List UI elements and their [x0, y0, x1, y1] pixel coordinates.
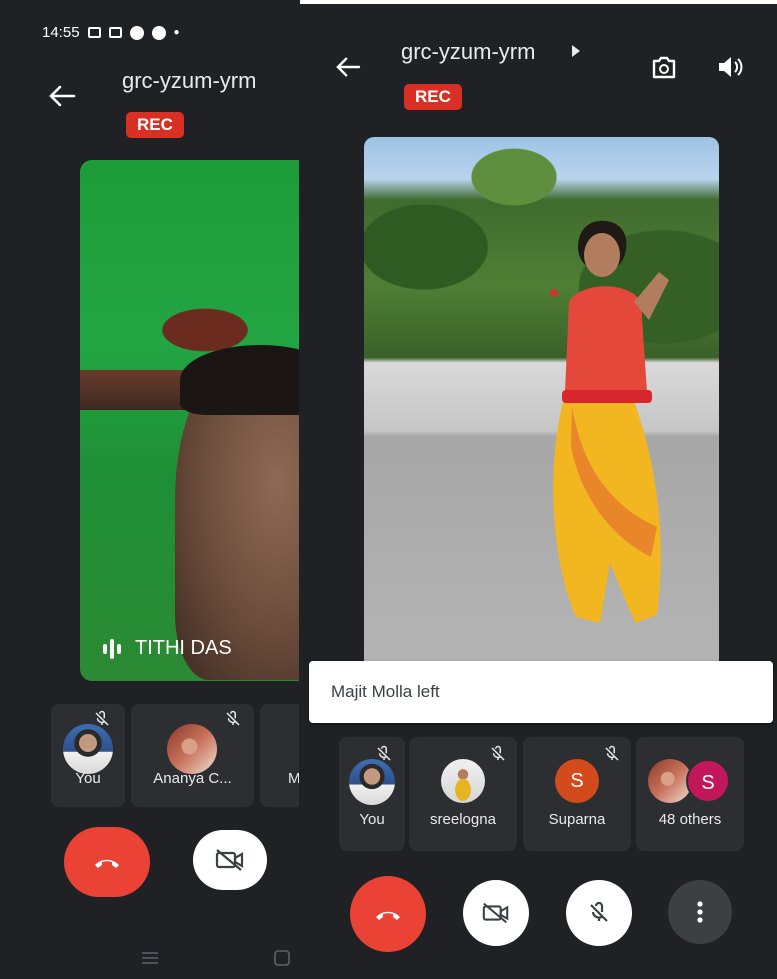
- participant-name: You: [75, 770, 101, 787]
- avatar: [167, 724, 217, 774]
- participant-name: Suparna: [548, 811, 606, 828]
- end-call-icon: [95, 859, 119, 868]
- mic-off-icon: [226, 710, 240, 726]
- avatar-initial: S: [555, 759, 599, 803]
- rec-badge: REC: [126, 112, 184, 138]
- end-call-button[interactable]: [64, 827, 150, 897]
- back-arrow-icon[interactable]: [48, 84, 76, 108]
- participant-name: 48 others: [658, 811, 722, 828]
- dancer-figure: [550, 220, 669, 623]
- audio-level-icon: [103, 638, 121, 659]
- participant-name: Ananya C...: [153, 770, 232, 787]
- mic-toggle-button[interactable]: [566, 880, 632, 946]
- whatsapp-icon: [151, 25, 166, 40]
- video-toggle-button[interactable]: [193, 830, 267, 890]
- rec-badge: REC: [404, 84, 462, 110]
- participant-tile-others[interactable]: S 48 others: [636, 737, 744, 851]
- more-options-button[interactable]: [668, 880, 732, 944]
- toast-text: Majit Molla left: [331, 682, 440, 701]
- video-off-icon: [482, 902, 509, 924]
- status-bar: 14:55 ●: [42, 24, 180, 41]
- back-arrow-icon[interactable]: [335, 56, 361, 78]
- dot-icon: ●: [173, 27, 180, 38]
- notification-toast: Majit Molla left: [309, 661, 773, 723]
- status-time: 14:55: [42, 24, 80, 41]
- mic-off-icon: [491, 745, 505, 761]
- avatar: [63, 724, 113, 774]
- participant-tile-you[interactable]: You: [51, 704, 125, 807]
- video-off-icon: [215, 849, 244, 871]
- left-call-screen: 14:55 ● grc-yzum-yrm REC TITHI DAS You A…: [0, 0, 300, 979]
- participant-tile-m[interactable]: M: [260, 704, 300, 807]
- mic-off-icon: [590, 901, 608, 922]
- speaker-hair: [180, 345, 300, 415]
- end-call-button[interactable]: [350, 876, 426, 952]
- video-toggle-button[interactable]: [463, 880, 529, 946]
- speaker-icon[interactable]: [715, 53, 745, 81]
- meeting-title[interactable]: grc-yzum-yrm: [401, 39, 535, 65]
- speaker-name: TITHI DAS: [135, 637, 232, 659]
- jio-icon: [129, 25, 144, 40]
- speaker-video[interactable]: [80, 160, 300, 681]
- home-nav-icon[interactable]: [272, 948, 292, 968]
- android-nav-bar: [0, 940, 300, 979]
- avatar: [349, 759, 395, 805]
- end-call-icon: [376, 911, 400, 920]
- message-icon: [108, 27, 122, 38]
- participant-name: sreelogna: [430, 811, 496, 828]
- participant-tile-ananya[interactable]: Ananya C...: [131, 704, 254, 807]
- avatar: [441, 759, 485, 803]
- switch-camera-icon[interactable]: [648, 52, 680, 82]
- participant-tile-suparna[interactable]: S Suparna: [523, 737, 631, 851]
- chevron-right-icon[interactable]: [570, 44, 582, 58]
- menu-nav-icon[interactable]: [140, 950, 160, 966]
- mic-off-icon: [95, 710, 109, 726]
- participant-name: You: [359, 811, 385, 828]
- mic-off-icon: [377, 745, 391, 761]
- avatar-initial: S: [686, 759, 730, 803]
- camera-icon: [87, 27, 101, 38]
- meeting-title[interactable]: grc-yzum-yrm: [122, 68, 256, 94]
- more-vert-icon: [697, 901, 703, 923]
- speaker-label: TITHI DAS: [103, 637, 232, 660]
- participant-tile-sreelogna[interactable]: sreelogna: [409, 737, 517, 851]
- mic-off-icon: [605, 745, 619, 761]
- speaker-video[interactable]: [364, 137, 719, 662]
- participant-tile-you[interactable]: You: [339, 737, 405, 851]
- right-call-screen: grc-yzum-yrm REC Majit Molla left You sr…: [299, 4, 777, 979]
